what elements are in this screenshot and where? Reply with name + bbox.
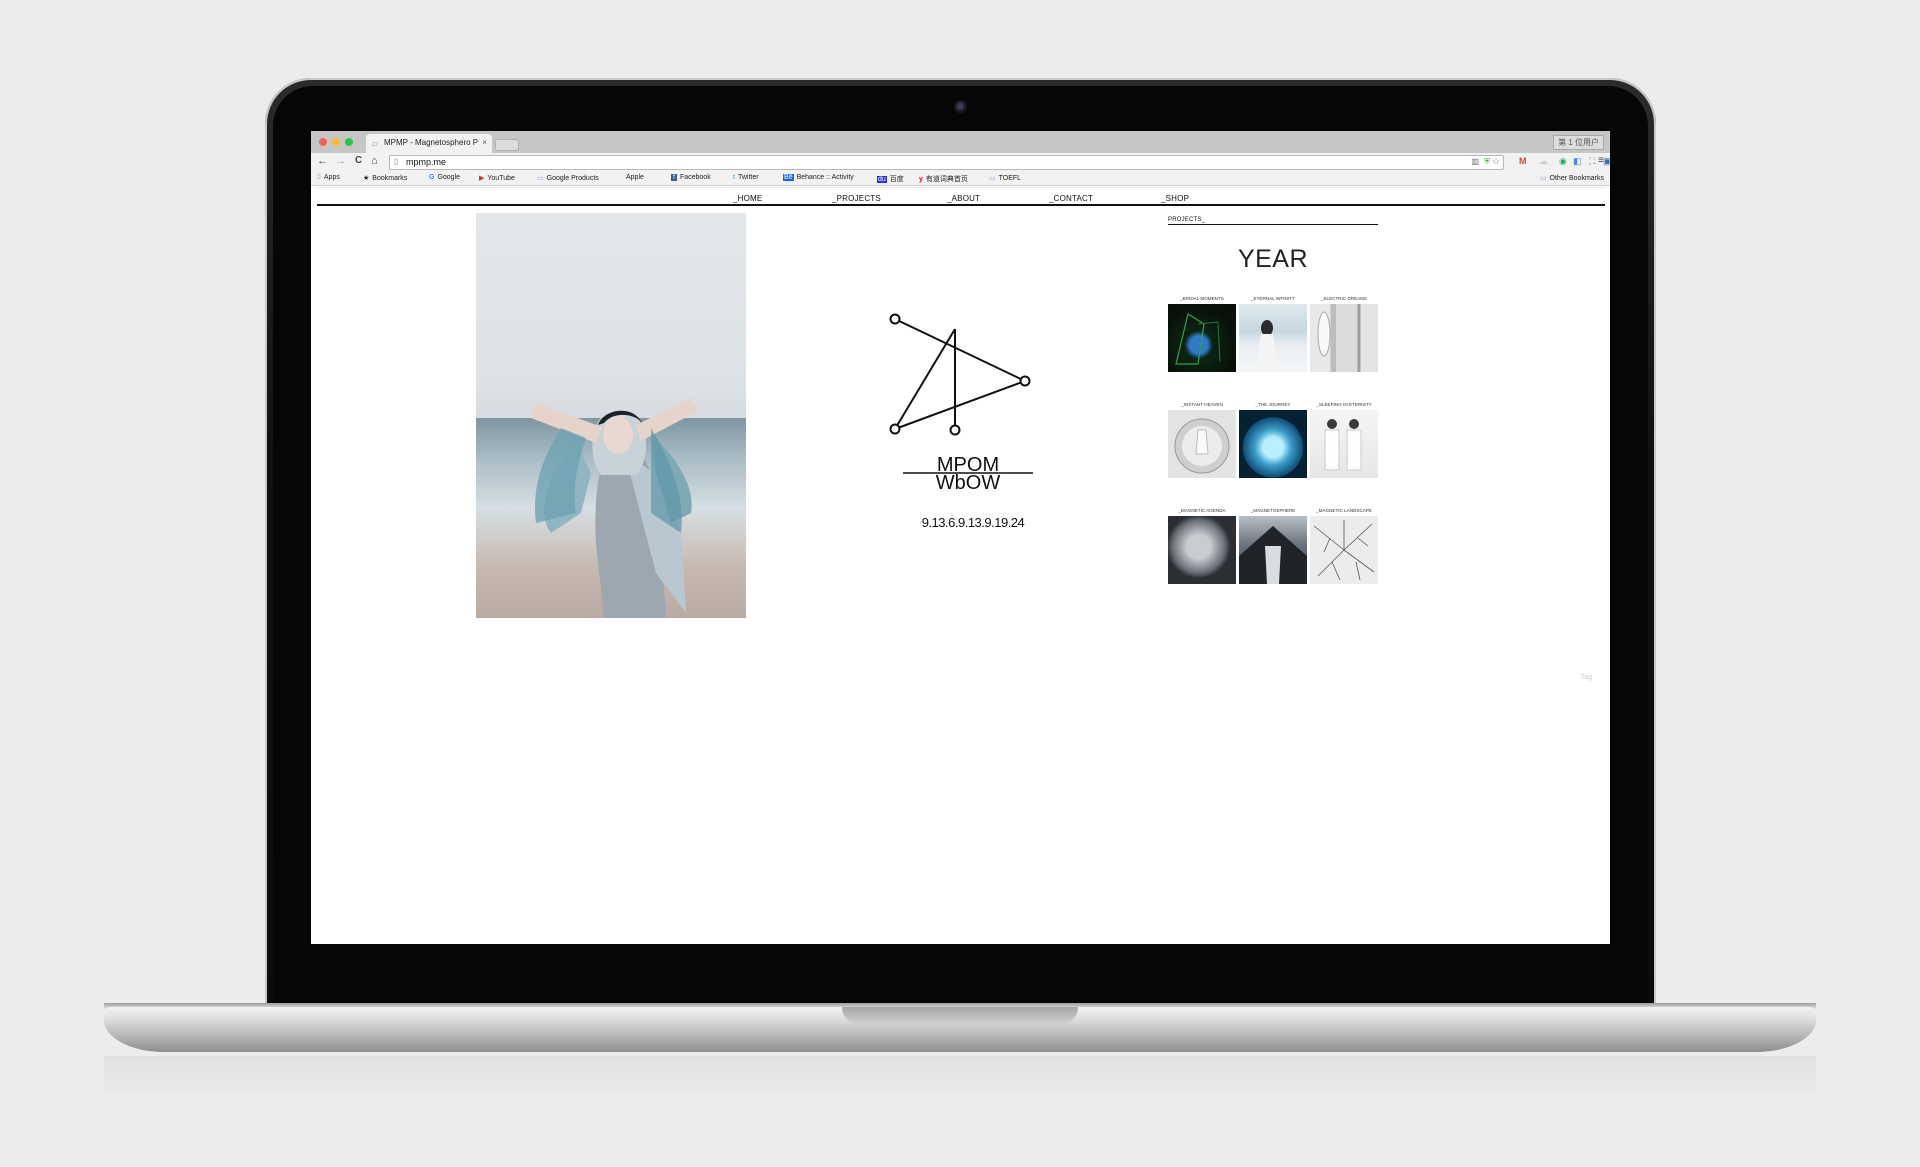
model-figure xyxy=(531,398,698,618)
website: _HOME _PROJECTS _ABOUT _CONTACT _SHOP MP… xyxy=(311,187,1610,944)
project-caption[interactable]: _ELECTRIC DREAMS xyxy=(1310,296,1378,301)
nav-projects[interactable]: _PROJECTS xyxy=(832,194,881,203)
tab-active[interactable]: ▱ MPMP - Magnetosphero P × xyxy=(366,134,492,153)
youtube-icon: ▶ xyxy=(479,175,485,182)
nav-shop[interactable]: _SHOP xyxy=(1161,194,1189,203)
bookmark-item[interactable]: t Twitter xyxy=(733,174,759,181)
project-caption[interactable]: _BRIDAL MOMENTS xyxy=(1168,296,1236,301)
sidebar-title[interactable]: PROJECTS_ xyxy=(1168,217,1378,223)
zoom-window-button[interactable] xyxy=(345,138,353,146)
close-window-button[interactable] xyxy=(319,138,327,146)
translate-icon[interactable]: ◧ xyxy=(1573,156,1582,167)
facebook-icon: f xyxy=(671,174,677,181)
shield-icon[interactable]: ⛨ xyxy=(1484,157,1490,167)
twitter-icon: t xyxy=(733,174,735,181)
youdao-icon: y xyxy=(919,176,923,183)
bookmark-item[interactable]: Apple xyxy=(623,174,644,181)
laptop-notch xyxy=(842,1007,1078,1024)
bookmark-item[interactable]: ▶ YouTube xyxy=(479,174,515,182)
grammarly-icon[interactable]: ◉ xyxy=(1559,156,1567,167)
project-thumb-magnetic-landscape[interactable] xyxy=(1310,516,1378,584)
browser-toolbar: ← → C ⌂ ▯ mpmp.me ▥ ⛨ ☆ M ☁ ◉ ◧ ⛶ ▣ ⬇ ◡ … xyxy=(311,153,1610,172)
bookmark-item[interactable]: ▭ Google Products xyxy=(537,174,599,182)
url-text: mpmp.me xyxy=(406,157,447,167)
bookmark-item[interactable]: ★ Bookmarks xyxy=(363,174,407,182)
year-label[interactable]: YEAR xyxy=(1168,245,1378,274)
project-thumb-bridal-moments[interactable] xyxy=(1168,304,1236,372)
google-icon: G xyxy=(429,174,435,181)
gmail-icon[interactable]: M xyxy=(1519,156,1527,166)
bookmark-item[interactable]: y 有道词典首页 xyxy=(919,174,968,184)
laptop-shadow xyxy=(104,1056,1816,1096)
project-thumb-electric-dreams[interactable] xyxy=(1310,304,1378,372)
folder-icon: ▭ xyxy=(537,175,544,182)
home-icon[interactable]: ⌂ xyxy=(371,155,378,167)
apps-icon: ⁞⁞ xyxy=(317,174,321,181)
screen: ▱ MPMP - Magnetosphero P × 第 1 位用户 ← → C… xyxy=(311,131,1610,944)
menu-icon[interactable]: ≡ xyxy=(1598,155,1604,166)
reader-icon[interactable]: ▥ xyxy=(1471,157,1479,166)
project-thumb-magnetic-agenda[interactable] xyxy=(1168,516,1236,584)
project-caption[interactable]: _THE JOURNEY xyxy=(1239,402,1307,407)
project-caption[interactable]: _MAGNETIC AGENDA xyxy=(1168,508,1236,513)
project-thumb-sleeping-in-eternity[interactable] xyxy=(1310,410,1378,478)
tab-bar: ▱ MPMP - Magnetosphero P × 第 1 位用户 xyxy=(311,131,1610,153)
folder-icon: ▭ xyxy=(989,175,996,182)
bookmark-item[interactable]: ⁞⁞ Apps xyxy=(317,174,340,181)
profile-button[interactable]: 第 1 位用户 xyxy=(1553,135,1604,150)
project-thumb-magnetosphere[interactable] xyxy=(1239,516,1307,584)
logo-text-bottom: WbOW xyxy=(936,472,1001,494)
reload-icon[interactable]: C xyxy=(355,155,362,166)
nav-contact[interactable]: _CONTACT xyxy=(1049,194,1093,203)
bookmarks-bar: ⁞⁞ Apps ★ Bookmarks G Google ▶ YouTube ▭ Goog… xyxy=(311,172,1610,186)
back-icon[interactable]: ← xyxy=(317,155,328,167)
page-icon: ▯ xyxy=(394,157,399,166)
bookmark-item[interactable]: ▭ TOEFL xyxy=(989,174,1021,182)
cloud-icon[interactable]: ☁ xyxy=(1539,156,1548,167)
star-icon[interactable]: ☆ xyxy=(1492,156,1500,167)
tab-close-icon[interactable]: × xyxy=(482,138,487,147)
extension-badge-icon[interactable]: ▣ xyxy=(1603,156,1610,167)
screenshot-icon[interactable]: ⛶ xyxy=(1589,156,1595,167)
folder-icon: ▭ xyxy=(1539,175,1547,182)
page-favicon-icon: ▱ xyxy=(372,139,379,148)
mpmp-logo-icon[interactable]: MPOM WbOW xyxy=(885,309,1050,539)
sidebar-divider xyxy=(1168,224,1378,225)
address-bar[interactable]: ▯ mpmp.me ▥ ⛨ ☆ xyxy=(389,155,1504,170)
baidu-icon: du xyxy=(877,176,887,183)
logo-date: 9.13.6.9.13.9.19.24 xyxy=(921,515,1025,530)
bookmark-item[interactable]: du 百度 xyxy=(877,174,904,184)
bookmark-item[interactable]: G Google xyxy=(429,174,460,181)
other-bookmarks[interactable]: ▭ Other Bookmarks xyxy=(1540,174,1604,182)
star-icon: ★ xyxy=(363,175,370,182)
camera-icon xyxy=(954,100,968,114)
new-tab-button[interactable] xyxy=(495,139,519,151)
forward-icon[interactable]: → xyxy=(335,155,346,167)
behance-icon: Bē xyxy=(783,174,794,181)
tag-text: Tag xyxy=(1580,674,1592,681)
project-thumb-the-journey[interactable] xyxy=(1239,410,1307,478)
bookmark-item[interactable]: Bē Behance :: Activity xyxy=(783,174,854,181)
nav-divider xyxy=(317,204,1605,206)
bookmark-item[interactable]: f Facebook xyxy=(671,174,711,181)
nav-home[interactable]: _HOME xyxy=(733,194,762,203)
minimize-window-button[interactable] xyxy=(332,138,340,146)
project-caption[interactable]: _MAGNETOSPHERE xyxy=(1239,508,1307,513)
project-thumb-instant-heaven[interactable] xyxy=(1168,410,1236,478)
project-thumb-eternal-infinity[interactable] xyxy=(1239,304,1307,372)
tab-title: MPMP - Magnetosphero P xyxy=(384,138,479,147)
project-caption[interactable]: _MAGNETIC LANDSCAPE xyxy=(1310,508,1378,513)
hero-photo[interactable] xyxy=(476,213,746,618)
project-caption[interactable]: _INSTANT HEAVEN xyxy=(1168,402,1236,407)
project-caption[interactable]: _SLEEPING IN ETERNITY xyxy=(1310,402,1378,407)
nav-about[interactable]: _ABOUT xyxy=(947,194,980,203)
project-caption[interactable]: _ETERNAL INFINITY xyxy=(1239,296,1307,301)
divider xyxy=(317,187,1605,188)
projects-sidebar: PROJECTS_ YEAR _BRIDAL MOMENTS _ETERNAL … xyxy=(1168,217,1378,584)
